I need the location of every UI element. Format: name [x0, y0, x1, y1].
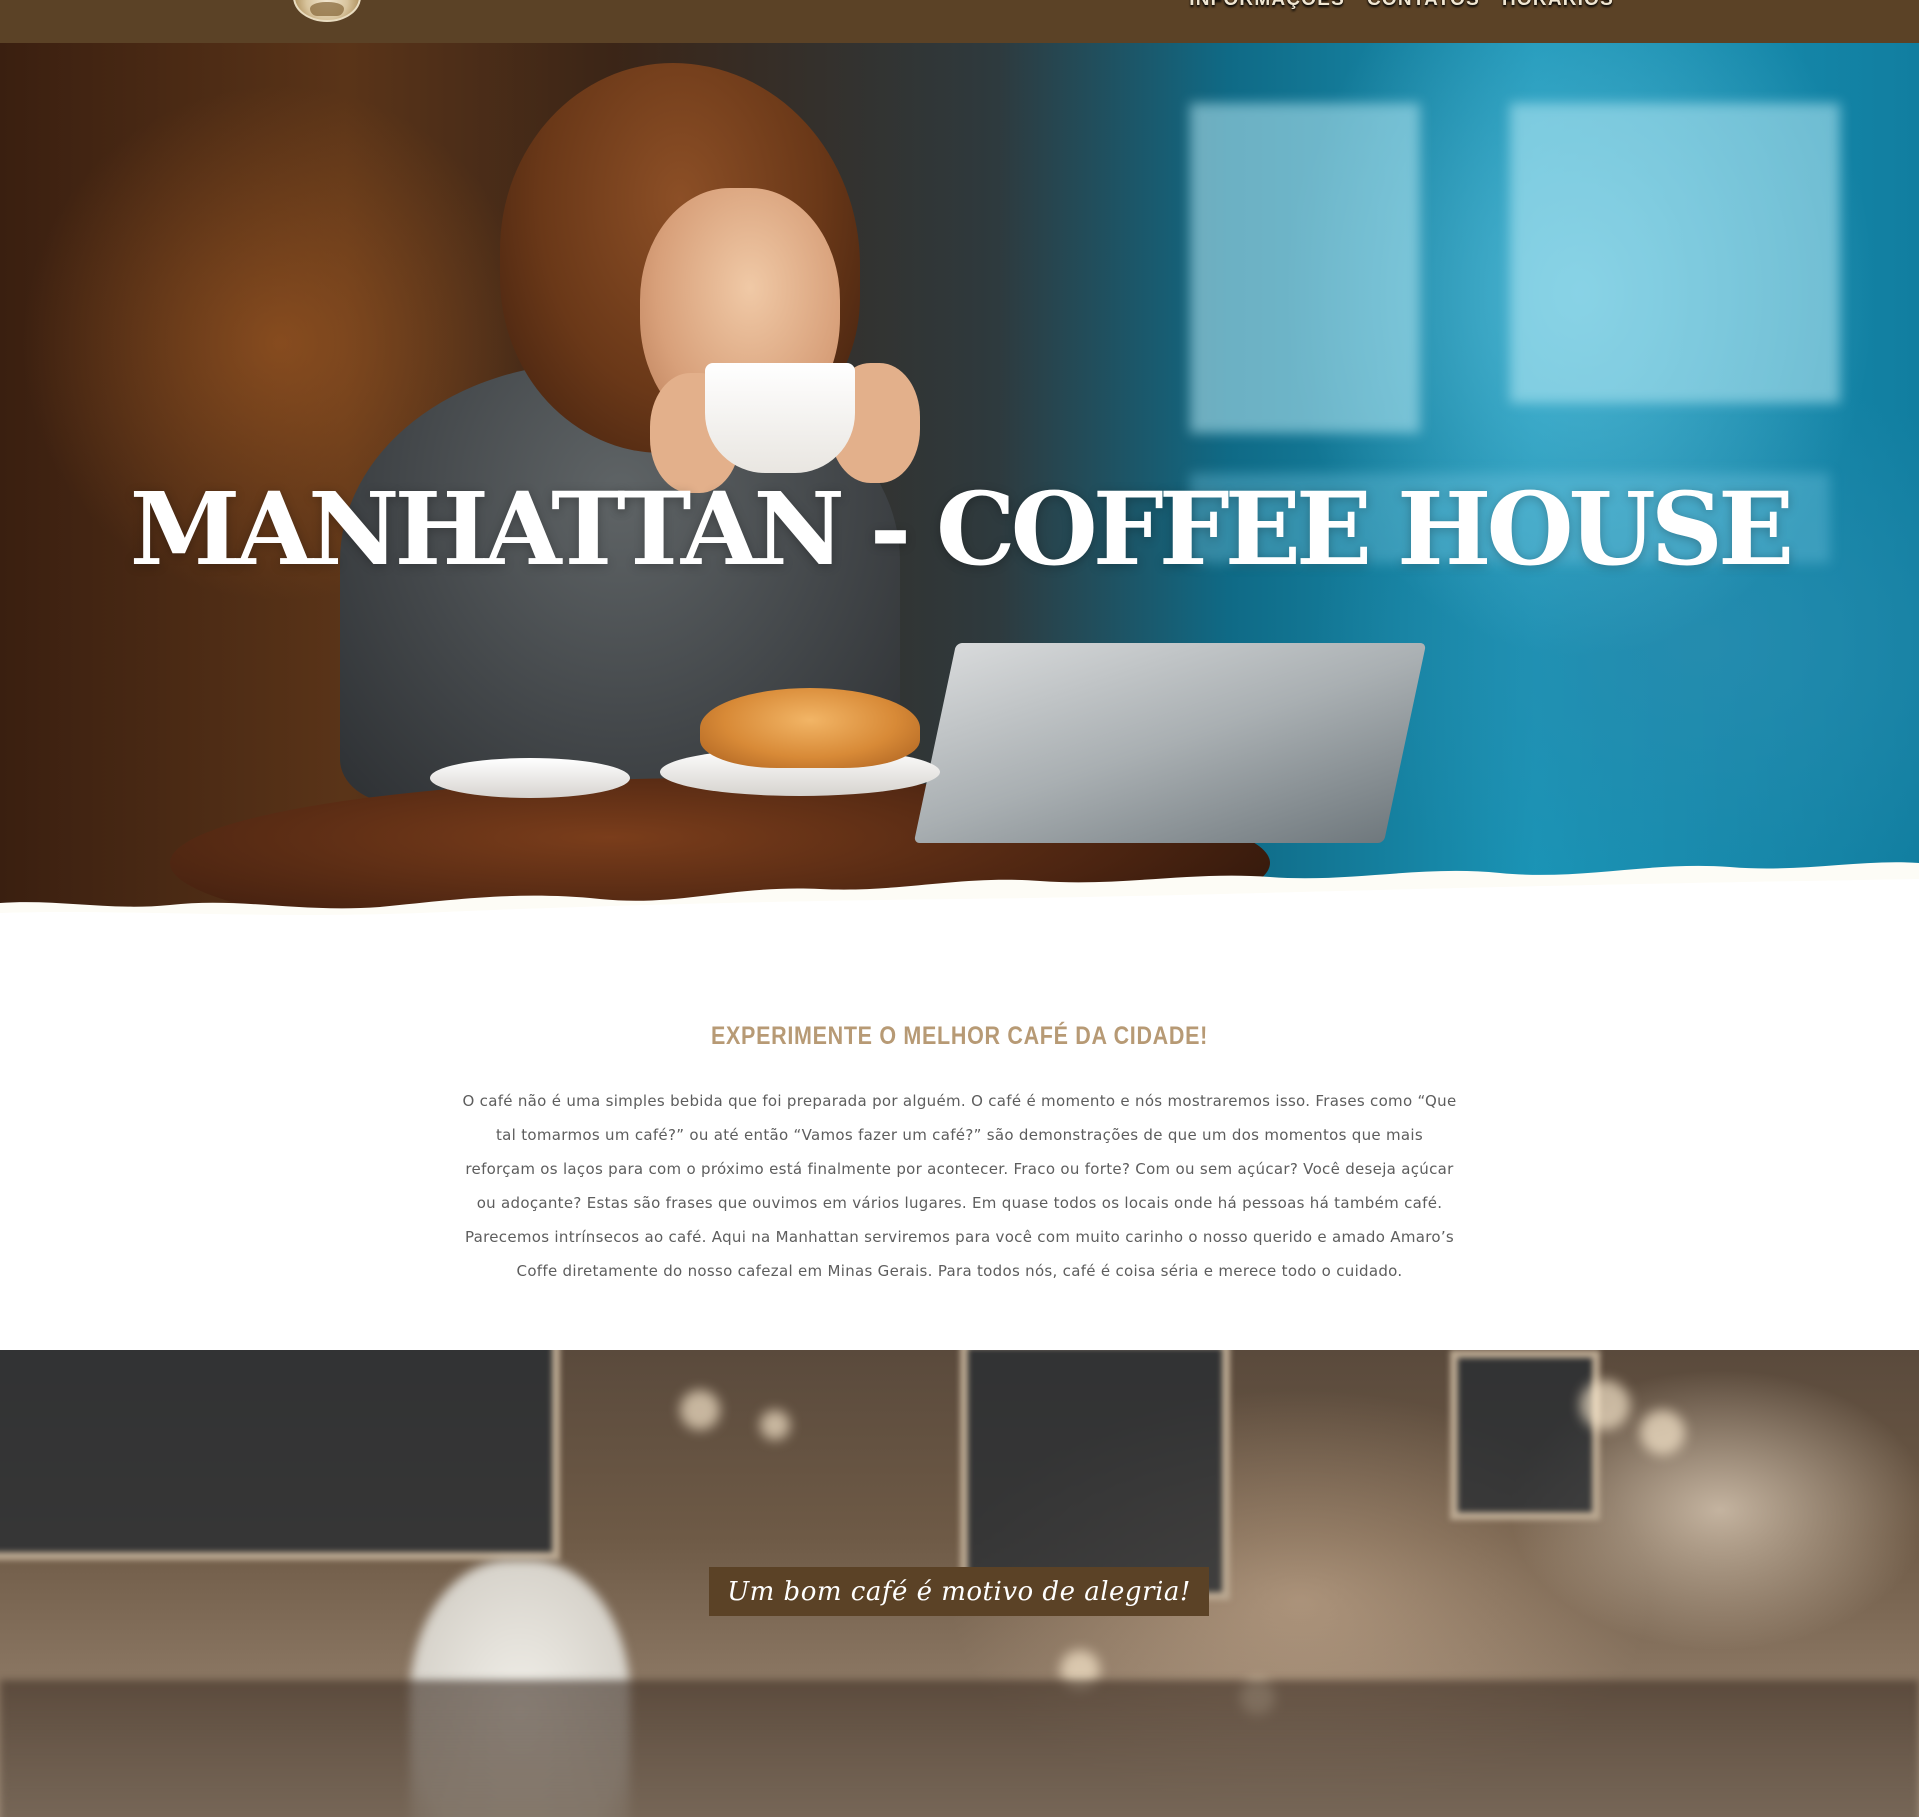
torn-paper-edge: [0, 862, 1919, 921]
hero-window-light: [1510, 103, 1840, 403]
quote-text: Um bom café é motivo de alegria!: [727, 1576, 1191, 1607]
intro-section: EXPERIMENTE O MELHOR CAFÉ DA CIDADE! O c…: [0, 921, 1919, 1350]
top-navigation-bar: INFORMAÇÕES CONTATOS HORÁRIOS: [0, 0, 1919, 43]
quote-box: Um bom café é motivo de alegria!: [709, 1567, 1209, 1616]
hero-window-light: [1190, 103, 1420, 433]
nav-item-informacoes[interactable]: INFORMAÇÕES: [1189, 0, 1345, 11]
hero-banner: MANHATTAN - COFFEE HOUSE: [0, 43, 1919, 921]
coffee-house-logo-icon[interactable]: [293, 0, 361, 22]
hero-croissant: [700, 688, 920, 768]
intro-paragraph: O café não é uma simples bebida que foi …: [462, 1092, 1457, 1280]
bokeh-light: [680, 1390, 720, 1430]
menu-board: [0, 1350, 560, 1560]
cafe-counter: [0, 1680, 1919, 1817]
logo-emblem: [310, 2, 344, 16]
bokeh-light: [1580, 1380, 1630, 1430]
quote-banner: Um bom café é motivo de alegria!: [0, 1350, 1919, 1817]
main-nav: INFORMAÇÕES CONTATOS HORÁRIOS: [1189, 0, 1614, 11]
menu-board: [1450, 1350, 1600, 1520]
hero-coffee-cup: [705, 363, 855, 473]
hero-title: MANHATTAN - COFFEE HOUSE: [129, 470, 1794, 588]
bokeh-light: [760, 1410, 790, 1440]
hero-saucer: [430, 758, 630, 798]
intro-heading: EXPERIMENTE O MELHOR CAFÉ DA CIDADE!: [711, 1021, 1208, 1050]
nav-item-contatos[interactable]: CONTATOS: [1367, 0, 1480, 11]
menu-board: [960, 1350, 1230, 1600]
nav-item-horarios[interactable]: HORÁRIOS: [1502, 0, 1614, 11]
bokeh-light: [1640, 1410, 1685, 1455]
hero-paper-bag: [913, 643, 1427, 843]
